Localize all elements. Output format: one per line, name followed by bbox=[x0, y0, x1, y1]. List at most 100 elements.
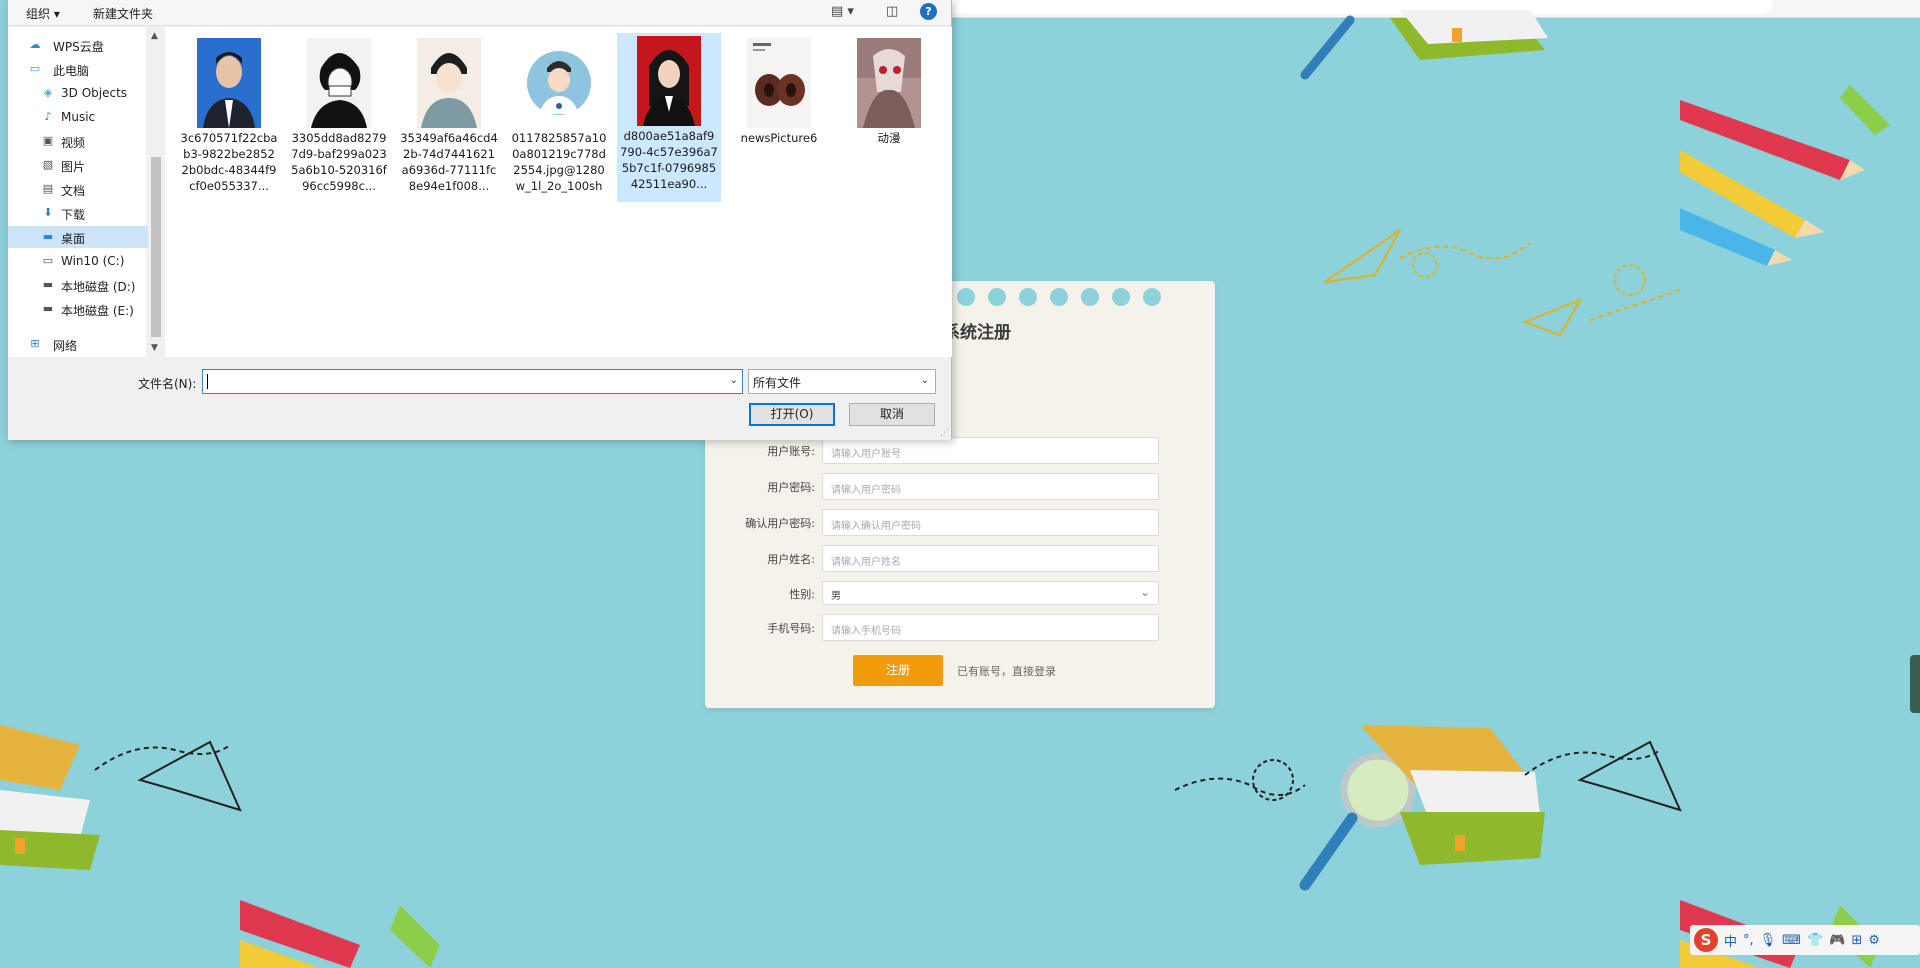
apps-grid-icon[interactable]: ⊞ bbox=[1851, 933, 1862, 948]
account-input[interactable]: 请输入用户账号 bbox=[822, 437, 1159, 464]
drive-icon: ▬ bbox=[42, 278, 54, 291]
new-folder-button[interactable]: 新建文件夹 bbox=[93, 5, 153, 22]
nav-item-this-pc[interactable]: ▭ 此电脑 bbox=[8, 58, 148, 80]
sogou-logo-icon[interactable]: S bbox=[1694, 928, 1718, 952]
punctuation-toggle[interactable]: °, bbox=[1743, 933, 1754, 948]
nav-scrollbar[interactable]: ▲ ▼ bbox=[148, 27, 164, 357]
nav-item-3d-objects[interactable]: ◈ 3D Objects bbox=[8, 82, 148, 104]
download-icon: ⬇ bbox=[43, 206, 53, 219]
text-caret bbox=[207, 374, 208, 389]
filter-value: 所有文件 bbox=[753, 376, 802, 390]
phone-input[interactable]: 请输入手机号码 bbox=[822, 614, 1159, 641]
confirm-password-label: 确认用户密码: bbox=[745, 517, 815, 530]
confirm-password-row: 确认用户密码: 请输入确认用户密码 bbox=[705, 509, 1215, 537]
file-item-selected[interactable]: d800ae51a8af9790-4c57e396a75b7c1f-079698… bbox=[617, 33, 721, 202]
file-thumbnail bbox=[527, 38, 591, 128]
organize-menu[interactable]: 组织 ▾ bbox=[26, 5, 60, 22]
login-link[interactable]: 已有账号，直接登录 bbox=[957, 663, 1056, 679]
side-handle[interactable] bbox=[1910, 655, 1920, 713]
file-thumbnail bbox=[307, 38, 371, 128]
dialog-bottom-bar: 文件名(N): ⌄ 所有文件 ⌄ 打开(O) 取消 ⋰ bbox=[8, 357, 951, 440]
confirm-password-input[interactable]: 请输入确认用户密码 bbox=[822, 509, 1159, 536]
nav-item-drive-c[interactable]: ▭ Win10 (C:) bbox=[8, 250, 148, 272]
network-icon: ⊞ bbox=[30, 337, 40, 350]
game-icon[interactable]: 🎮 bbox=[1829, 933, 1845, 948]
file-item[interactable]: newsPicture6 bbox=[727, 35, 831, 146]
file-thumbnail bbox=[747, 38, 811, 128]
nav-item-documents[interactable]: ▤ 文档 bbox=[8, 178, 148, 200]
keyboard-icon[interactable]: ⌨ bbox=[1782, 933, 1801, 948]
gender-select[interactable]: 男 bbox=[822, 581, 1159, 605]
chevron-down-icon[interactable]: ⌄ bbox=[921, 375, 929, 386]
file-name: d800ae51a8af9790-4c57e396a75b7c1f-079698… bbox=[620, 129, 718, 191]
filename-input[interactable]: ⌄ bbox=[202, 369, 743, 394]
account-label: 用户账号: bbox=[767, 445, 815, 458]
books-bottom-left bbox=[0, 725, 100, 870]
scroll-down-arrow-icon[interactable]: ▼ bbox=[151, 343, 158, 353]
register-button[interactable]: 注册 bbox=[853, 655, 943, 686]
file-thumbnail bbox=[637, 36, 701, 126]
desktop-icon: ▬ bbox=[42, 230, 54, 243]
file-name: 3305dd8ad82797d9-baf299a0235a6b10-520316… bbox=[291, 131, 387, 193]
scroll-up-arrow-icon[interactable]: ▲ bbox=[151, 31, 158, 41]
file-type-filter[interactable]: 所有文件 ⌄ bbox=[748, 369, 936, 394]
file-item[interactable]: 动漫 bbox=[837, 35, 941, 146]
resize-grip-icon[interactable]: ⋰ bbox=[940, 428, 949, 438]
magnifier-bottom bbox=[1299, 752, 1416, 891]
binding-hole bbox=[1081, 288, 1099, 306]
name-input[interactable]: 请输入用户姓名 bbox=[822, 545, 1159, 572]
name-row: 用户姓名: 请输入用户姓名 bbox=[705, 545, 1215, 573]
open-button[interactable]: 打开(O) bbox=[749, 403, 835, 426]
nav-label: 此电脑 bbox=[53, 64, 90, 78]
nav-item-pictures[interactable]: ▧ 图片 bbox=[8, 154, 148, 176]
nav-label: Win10 (C:) bbox=[61, 254, 125, 268]
microphone-icon[interactable]: 🎙 bbox=[1760, 933, 1777, 948]
top-book-decoration bbox=[1300, 10, 1548, 80]
phone-row: 手机号码: 请输入手机号码 bbox=[705, 614, 1215, 642]
nav-item-videos[interactable]: ▣ 视频 bbox=[8, 130, 148, 152]
view-options-icon[interactable]: ▤ ▾ bbox=[831, 4, 854, 19]
gender-row: 性别: 男 bbox=[705, 581, 1215, 609]
scroll-thumb[interactable] bbox=[151, 157, 161, 337]
nav-label: 桌面 bbox=[61, 232, 86, 246]
nav-item-wps-cloud[interactable]: ☁ WPS云盘 bbox=[8, 34, 148, 56]
settings-icon[interactable]: ⚙ bbox=[1868, 933, 1880, 948]
account-row: 用户账号: 请输入用户账号 bbox=[705, 437, 1215, 465]
nav-item-drive-d[interactable]: ▬ 本地磁盘 (D:) bbox=[8, 274, 148, 296]
paper-plane-bottom-left bbox=[94, 740, 242, 812]
help-icon[interactable]: ? bbox=[920, 3, 937, 20]
file-item[interactable]: 0117825857a100a801219c778d2554.jpg@1280w… bbox=[507, 35, 611, 194]
skin-icon[interactable]: 👕 bbox=[1807, 933, 1823, 948]
file-open-dialog: 组织 ▾ 新建文件夹 ▤ ▾ ◫ ? ☁ WPS云盘 ▭ 此电脑 ◈ 3D Ob… bbox=[7, 0, 952, 440]
binding-hole bbox=[1050, 288, 1068, 306]
file-item[interactable]: 3305dd8ad82797d9-baf299a0235a6b10-520316… bbox=[287, 35, 391, 194]
cancel-button[interactable]: 取消 bbox=[849, 403, 935, 426]
gender-label: 性别: bbox=[789, 588, 815, 601]
binding-hole bbox=[988, 288, 1006, 306]
ime-mode-toggle[interactable]: 中 bbox=[1724, 931, 1737, 950]
nav-item-desktop[interactable]: ▬ 桌面 bbox=[8, 226, 148, 248]
nav-item-network[interactable]: ⊞ 网络 bbox=[8, 333, 148, 355]
documents-icon: ▤ bbox=[42, 182, 54, 195]
file-item[interactable]: 35349af6a46cd42b-74d7441621a6936d-77111f… bbox=[397, 35, 501, 194]
file-item[interactable]: 3c670571f22cbab3-9822be28522b0bdc-48344f… bbox=[177, 35, 281, 194]
nav-item-drive-e[interactable]: ▬ 本地磁盘 (E:) bbox=[8, 298, 148, 320]
phone-label: 手机号码: bbox=[767, 622, 815, 635]
file-name: 动漫 bbox=[877, 131, 901, 145]
pictures-icon: ▧ bbox=[42, 158, 54, 171]
cloud-icon: ☁ bbox=[29, 38, 41, 51]
pencil-group-right bbox=[1680, 85, 1890, 266]
file-list-pane: 3c670571f22cbab3-9822be28522b0bdc-48344f… bbox=[165, 27, 952, 357]
binding-hole bbox=[1143, 288, 1161, 306]
nav-item-downloads[interactable]: ⬇ 下载 bbox=[8, 202, 148, 224]
binding-hole bbox=[957, 288, 975, 306]
binding-hole bbox=[1019, 288, 1037, 306]
video-icon: ▣ bbox=[42, 134, 54, 147]
chevron-down-icon[interactable]: ⌄ bbox=[730, 375, 738, 386]
nav-label: 网络 bbox=[53, 339, 78, 353]
password-input[interactable]: 请输入用户密码 bbox=[822, 473, 1159, 500]
nav-label: 本地磁盘 (D:) bbox=[61, 280, 136, 294]
preview-pane-icon[interactable]: ◫ bbox=[886, 4, 898, 19]
nav-item-music[interactable]: ♪ Music bbox=[8, 106, 148, 128]
file-name: 35349af6a46cd42b-74d7441621a6936d-77111f… bbox=[400, 131, 498, 193]
